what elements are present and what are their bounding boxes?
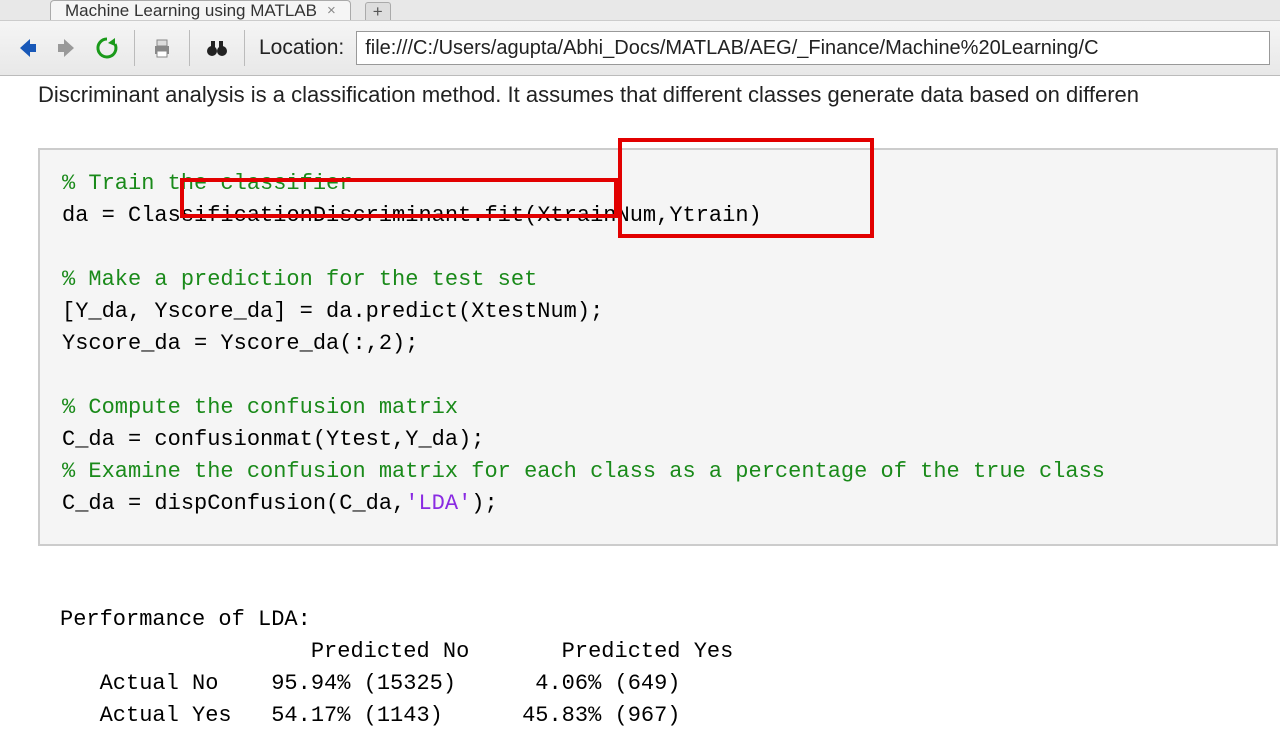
toolbar-separator [189, 30, 190, 66]
code-line: Yscore_da = Yscore_da(:,2); [62, 331, 418, 356]
new-tab-button[interactable]: + [365, 2, 391, 20]
code-line: (XtrainNum,Ytrain) [524, 203, 762, 228]
arrow-left-icon [14, 35, 40, 61]
forward-button[interactable] [50, 31, 84, 65]
toolbar-separator [244, 30, 245, 66]
code-line: ); [471, 491, 497, 516]
code-text: % Train the classifier da = Classificati… [62, 168, 1254, 520]
code-line: da = [62, 203, 128, 228]
page-content: Discriminant analysis is a classificatio… [0, 76, 1280, 732]
find-button[interactable] [200, 31, 234, 65]
back-button[interactable] [10, 31, 44, 65]
binoculars-icon [204, 35, 230, 61]
code-comment: % Make a prediction for the test set [62, 267, 537, 292]
code-line: C_da = confusionmat(Ytest,Y_da); [62, 427, 484, 452]
output-row: Actual No 95.94% (15325) 4.06% (649) [60, 671, 681, 696]
code-block: % Train the classifier da = Classificati… [38, 148, 1278, 546]
code-comment: % Compute the confusion matrix [62, 395, 458, 420]
print-icon [149, 35, 175, 61]
intro-text: Discriminant analysis is a classificatio… [38, 82, 1280, 108]
code-line: [Y_da, Yscore_da] = da.predict(XtestNum)… [62, 299, 603, 324]
tab-title: Machine Learning using MATLAB [65, 1, 317, 21]
tab-strip: Machine Learning using MATLAB × + [0, 0, 1280, 20]
address-bar[interactable] [356, 31, 1270, 65]
arrow-right-icon [54, 35, 80, 61]
code-string: 'LDA' [405, 491, 471, 516]
location-label: Location: [259, 36, 344, 60]
output-row: Actual Yes 54.17% (1143) 45.83% (967) [60, 703, 681, 728]
output-title: Performance of LDA: [60, 607, 311, 632]
code-line: ClassificationDiscriminant.fit [128, 203, 524, 228]
toolbar: Location: [0, 20, 1280, 76]
output-header: Predicted No Predicted Yes [60, 639, 733, 664]
code-line: C_da = dispConfusion(C_da, [62, 491, 405, 516]
print-button[interactable] [145, 31, 179, 65]
code-comment: % Examine the confusion matrix for each … [62, 459, 1105, 484]
browser-tab[interactable]: Machine Learning using MATLAB × [50, 0, 351, 20]
close-icon[interactable]: × [327, 2, 336, 19]
code-comment: % Train the classifier [62, 171, 352, 196]
output-block: Performance of LDA: Predicted No Predict… [38, 604, 1280, 732]
reload-button[interactable] [90, 31, 124, 65]
toolbar-separator [134, 30, 135, 66]
reload-icon [94, 35, 120, 61]
